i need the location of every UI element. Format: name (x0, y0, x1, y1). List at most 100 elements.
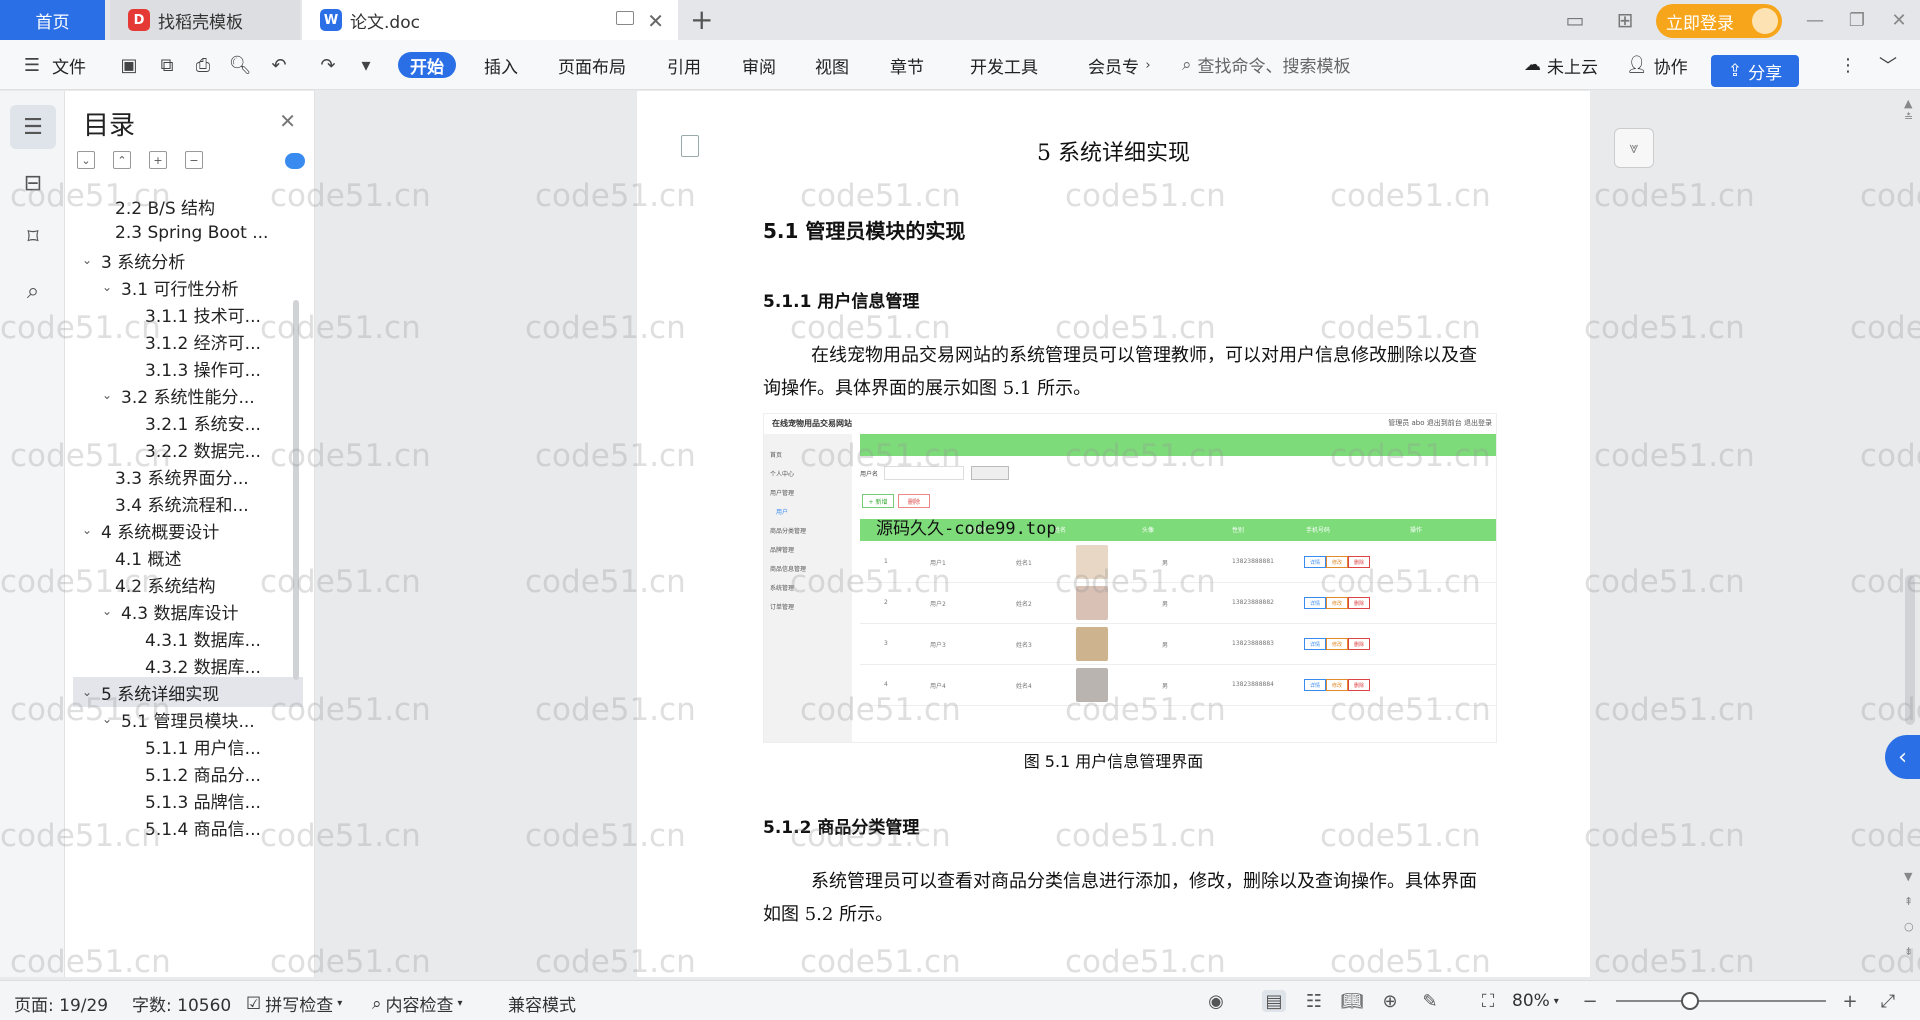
collaborate-button[interactable]: 👤︎ 协作 (1626, 52, 1688, 78)
close-window-icon[interactable]: ✕ (1884, 8, 1914, 32)
scroll-up-icon[interactable]: ▲ (1904, 97, 1912, 110)
menu-icon[interactable]: ☰ (20, 53, 44, 77)
tab-chapter[interactable]: 章节 (890, 52, 924, 78)
tab-member[interactable]: 会员专 (1088, 52, 1139, 78)
toc-item[interactable]: ⌄ 5 系统详细实现 (73, 677, 303, 707)
toc-item[interactable]: 3.1.3 操作可... (73, 353, 303, 383)
toc-item[interactable]: ⌄ 3.2 系统性能分... (73, 380, 303, 410)
page-view-icon[interactable]: ▤ (1262, 990, 1286, 1012)
word-count[interactable]: 字数: 10560 (132, 991, 231, 1016)
add-level-icon[interactable]: + (149, 151, 167, 169)
tab-template[interactable]: D 找稻壳模板 (110, 0, 300, 40)
collapse-ribbon-icon[interactable]: ﹀ (1876, 53, 1900, 77)
eye-protect-icon[interactable]: ◉ (1204, 990, 1228, 1012)
scroll-down-icon[interactable]: ▼ (1904, 870, 1912, 883)
login-button[interactable]: 立即登录 (1656, 4, 1782, 38)
content-check[interactable]: ⌕ 内容检查 ▾ (372, 991, 463, 1017)
toc-item[interactable]: 3.2.1 系统安... (73, 407, 303, 437)
monitor-icon[interactable] (616, 11, 634, 25)
toc-item[interactable]: 4.1 概述 (73, 542, 303, 572)
toc-item[interactable]: ⌄ 4.3 数据库设计 (73, 596, 303, 626)
chevron-down-icon[interactable]: ⌄ (99, 604, 115, 618)
tab-page-layout[interactable]: 页面布局 (558, 52, 626, 78)
tab-document[interactable]: W 论文.doc ✕ (302, 0, 678, 40)
bookmark-icon[interactable]: ⌑ (10, 215, 56, 259)
more-dropdown-icon[interactable]: ▾ (354, 53, 378, 77)
tab-references[interactable]: 引用 (667, 52, 701, 78)
cloud-status[interactable]: ☁ 未上云 (1524, 52, 1598, 78)
chevron-right-icon[interactable]: › (1136, 53, 1160, 77)
page-up-icon[interactable]: ≛ (1904, 111, 1913, 124)
reading-view-icon[interactable]: 📖︎ (1340, 990, 1364, 1012)
file-menu[interactable]: 文件 (52, 52, 86, 78)
toc-item[interactable]: 5.1.4 商品信... (73, 812, 303, 842)
save-icon[interactable]: ▣ (117, 53, 141, 77)
outline-panel-icon[interactable]: ☰ (10, 105, 56, 149)
reading-layout-icon[interactable]: ▭ (1562, 8, 1588, 32)
zoom-in-icon[interactable]: + (1838, 990, 1862, 1012)
toc-item[interactable]: 4.3.1 数据库... (73, 623, 303, 653)
expand-all-icon[interactable]: ⌄ (77, 151, 95, 169)
chevron-down-icon[interactable]: ⌄ (99, 280, 115, 294)
toc-scrollbar[interactable] (293, 300, 299, 680)
toc-item[interactable]: 3.4 系统流程和... (73, 488, 303, 518)
minimize-icon[interactable]: — (1800, 8, 1830, 32)
toc-item[interactable]: 2.2 B/S 结构 (73, 191, 303, 221)
toc-item[interactable]: ⌄ 3.1 可行性分析 (73, 272, 303, 302)
prev-page-icon[interactable]: ⇞ (1904, 895, 1913, 908)
remove-level-icon[interactable]: − (185, 151, 203, 169)
print-preview-icon[interactable]: 🔍︎ (228, 53, 252, 77)
command-search[interactable]: ⌕ 查找命令、搜索模板 (1182, 52, 1351, 78)
search-panel-icon[interactable]: ⌕ (10, 269, 56, 313)
web-view-icon[interactable]: ⊕ (1378, 990, 1402, 1012)
scroll-thumb[interactable] (1905, 575, 1915, 725)
toc-item[interactable]: 3.3 系统界面分... (73, 461, 303, 491)
tab-developer[interactable]: 开发工具 (970, 52, 1038, 78)
share-button[interactable]: ⇪ 分享 (1711, 55, 1799, 87)
toc-item[interactable]: 3.1.2 经济可... (73, 326, 303, 356)
undo-icon[interactable]: ↶ (267, 53, 291, 77)
page-indicator[interactable]: 页面: 19/29 (14, 991, 108, 1016)
navigation-icon[interactable]: ⊟ (10, 161, 56, 205)
tab-review[interactable]: 审阅 (742, 52, 776, 78)
zoom-slider-thumb[interactable] (1680, 992, 1699, 1010)
next-page-icon[interactable]: ⇟ (1904, 945, 1913, 958)
export-icon[interactable]: ⧉ (155, 53, 179, 77)
toc-item[interactable]: 5.1.3 品牌信... (73, 785, 303, 815)
toc-item[interactable]: 4.3.2 数据库... (73, 650, 303, 680)
close-tab-icon[interactable]: ✕ (647, 9, 664, 33)
toc-item[interactable]: 5.1.2 商品分... (73, 758, 303, 788)
toc-item[interactable]: ⌄ 3 系统分析 (73, 245, 303, 275)
new-tab-button[interactable]: + (690, 3, 713, 36)
vertical-scrollbar[interactable]: ▲ ≛ ▼ ⇞ ○ ⇟ (1900, 95, 1920, 977)
toc-item[interactable]: ⌄ 4 系统概要设计 (73, 515, 303, 545)
tab-home[interactable]: 首页 (0, 0, 105, 40)
toc-item[interactable]: ⌄ 5.1 管理员模块... (73, 704, 303, 734)
spell-check[interactable]: ☑ 拼写检查 ▾ (246, 991, 342, 1017)
toc-item[interactable]: 3.2.2 数据完... (73, 434, 303, 464)
grid-apps-icon[interactable]: ⊞ (1612, 8, 1638, 32)
tab-start[interactable]: 开始 (398, 52, 456, 78)
print-icon[interactable]: ⎙ (191, 53, 215, 77)
chevron-down-icon[interactable]: ⌄ (79, 685, 95, 699)
fullscreen-icon[interactable]: ⤢ (1876, 990, 1900, 1012)
zoom-level[interactable]: 80% ▾ (1512, 991, 1559, 1011)
chevron-down-icon[interactable]: ⌄ (99, 712, 115, 726)
toc-item[interactable]: 4.2 系统结构 (73, 569, 303, 599)
tab-view[interactable]: 视图 (815, 52, 849, 78)
zoom-slider[interactable] (1616, 1000, 1826, 1002)
restore-icon[interactable]: ❐ (1842, 8, 1872, 32)
toc-item[interactable]: 2.3 Spring Boot ... (73, 218, 303, 248)
chevron-down-icon[interactable]: ⌄ (99, 388, 115, 402)
tab-insert[interactable]: 插入 (484, 52, 518, 78)
select-browse-icon[interactable]: ○ (1904, 920, 1914, 933)
redo-icon[interactable]: ↷ (316, 53, 340, 77)
fit-page-icon[interactable]: ⛶ (1476, 990, 1500, 1012)
write-view-icon[interactable]: ✎ (1418, 990, 1442, 1012)
chevron-down-icon[interactable]: ⌄ (79, 523, 95, 537)
outline-view-icon[interactable]: ☷ (1302, 990, 1326, 1012)
filter-icon[interactable]: ⩔ (1614, 128, 1654, 168)
close-icon[interactable]: ✕ (279, 109, 296, 133)
toc-item[interactable]: 5.1.1 用户信... (73, 731, 303, 761)
toc-item[interactable]: 3.1.1 技术可... (73, 299, 303, 329)
